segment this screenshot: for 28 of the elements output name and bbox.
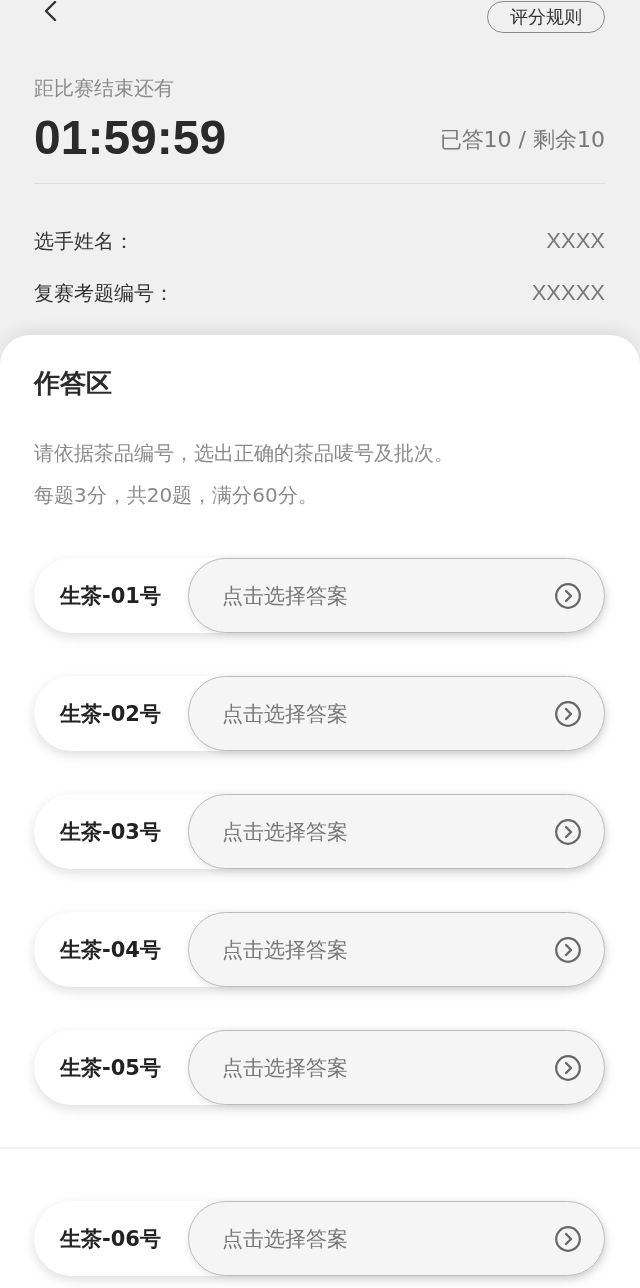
question-label: 生茶-06号	[58, 1225, 162, 1253]
answer-select[interactable]: 点击选择答案	[188, 558, 605, 633]
chevron-right-circle-icon	[555, 700, 581, 727]
question-label: 生茶-01号	[58, 582, 162, 610]
chevron-right-circle-icon	[555, 1225, 581, 1252]
question-label: 生茶-02号	[58, 700, 162, 728]
answer-select[interactable]: 点击选择答案	[188, 1201, 605, 1276]
info-value: XXXXX	[531, 279, 605, 307]
answer-select[interactable]: 点击选择答案	[188, 676, 605, 751]
info-value: XXXX	[546, 227, 605, 255]
progress-text: 已答10 / 剩余10	[439, 126, 605, 154]
chevron-right-circle-icon	[555, 936, 581, 963]
answer-select[interactable]: 点击选择答案	[188, 912, 605, 987]
section-title: 作答区	[34, 367, 112, 400]
info-label: 复赛考题编号：	[34, 280, 174, 307]
chevron-right-circle-icon	[555, 1054, 581, 1081]
instruction-text: 请依据茶品编号，选出正确的茶品唛号及批次。	[34, 440, 454, 467]
instruction-text: 每题3分，共20题，满分60分。	[34, 482, 318, 509]
answer-select[interactable]: 点击选择答案	[188, 1030, 605, 1105]
countdown-timer: 01:59:59	[34, 110, 227, 166]
answer-select[interactable]: 点击选择答案	[188, 794, 605, 869]
question-label: 生茶-03号	[58, 818, 162, 846]
info-label: 选手姓名：	[34, 228, 134, 255]
chevron-right-circle-icon	[555, 818, 581, 845]
question-label: 生茶-04号	[58, 936, 162, 964]
chevron-right-circle-icon	[555, 582, 581, 609]
question-label: 生茶-05号	[58, 1054, 162, 1082]
countdown-label: 距比赛结束还有	[34, 75, 174, 102]
